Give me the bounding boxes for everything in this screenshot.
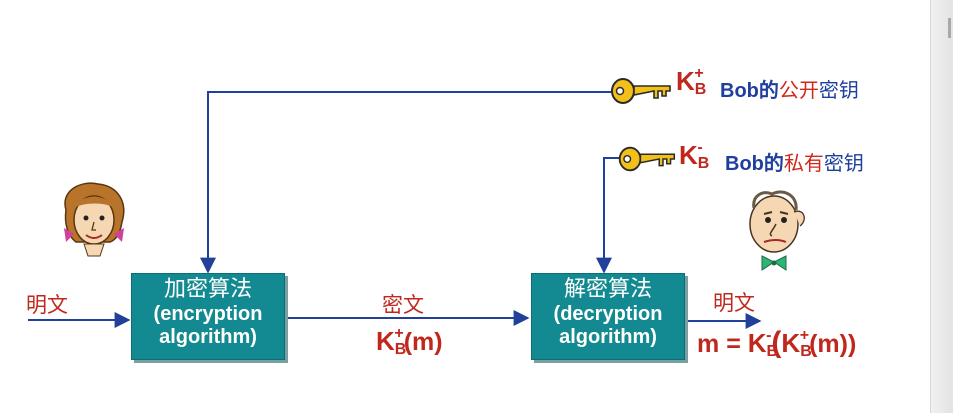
result-formula: m = KB-(KB+(m))	[697, 326, 857, 360]
public-key-formula: KB+	[676, 65, 707, 98]
ciphertext-formula: KB+(m)	[376, 325, 443, 358]
private-key-line	[596, 157, 620, 274]
private-key-label: Bob的私有密钥	[725, 151, 864, 175]
decryption-en-line2: algorithm)	[559, 326, 657, 348]
decryption-en-line1: (decryption	[553, 303, 663, 325]
public-key-icon	[611, 78, 671, 104]
plaintext-output-label: 明文	[713, 291, 755, 315]
ciphertext-label: 密文	[382, 293, 424, 317]
encryption-algorithm-box: 加密算法 (encryption algorithm)	[131, 273, 285, 360]
encryption-en-line2: algorithm)	[159, 326, 257, 348]
public-key-label: Bob的公开密钥	[720, 78, 859, 102]
encryption-en-line1: (encryption	[153, 303, 263, 325]
bob-face-icon	[749, 190, 805, 271]
private-key-formula: KB-	[679, 139, 710, 172]
public-key-line	[200, 91, 614, 274]
encryption-title: 加密算法	[163, 277, 252, 302]
private-key-icon	[618, 146, 676, 172]
alice-face-icon	[64, 182, 125, 257]
plaintext-input-label: 明文	[26, 293, 68, 317]
decryption-title: 解密算法	[563, 277, 652, 302]
decryption-algorithm-box: 解密算法 (decryption algorithm)	[531, 273, 685, 360]
